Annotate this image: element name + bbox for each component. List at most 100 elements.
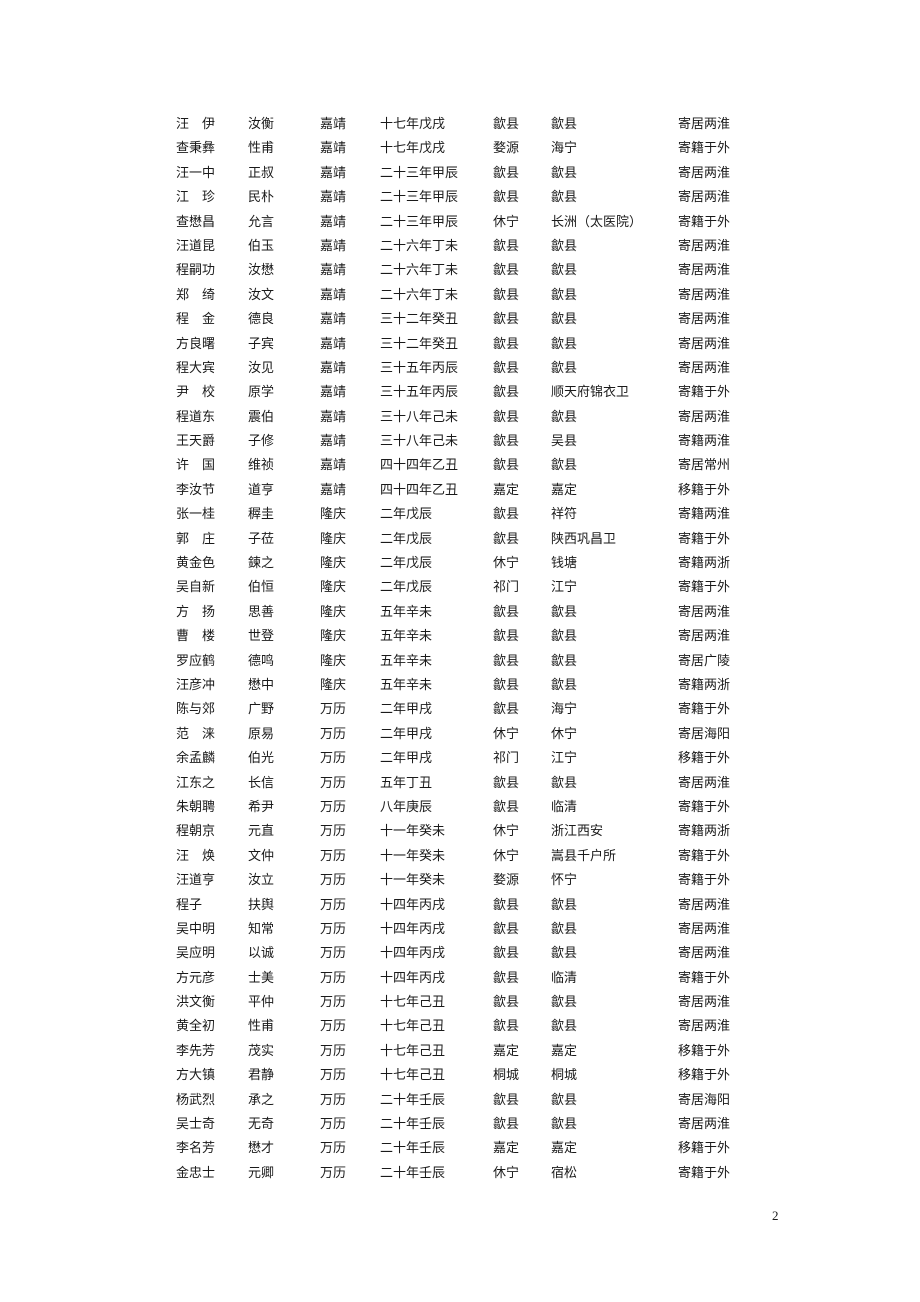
table-row: 方元彦 士美 万历 十四年丙戌 歙县 临清 寄籍于外 <box>176 967 746 991</box>
scholar-name: 李汝节 <box>176 482 216 498</box>
courtesy-name: 子宾 <box>248 336 275 352</box>
native-county: 歙县 <box>493 458 520 474</box>
scholar-name: 方大镇 <box>176 1068 216 1084</box>
native-county: 歙县 <box>493 531 520 547</box>
registered-location: 歙县 <box>551 117 578 132</box>
table-row: 查秉彝 性甫 嘉靖 十七年戊戌 婺源 海宁 寄籍于外 <box>176 137 746 161</box>
registered-location: 歙县 <box>551 190 578 206</box>
exam-year: 十四年丙戌 <box>380 970 446 986</box>
scholar-name: 郑 绮 <box>176 287 216 303</box>
table-row: 汪 伊 汝衡 嘉靖 十七年戊戌 歙县 歙县 寄居两淮 <box>176 113 746 137</box>
table-row: 程大宾 汝见 嘉靖 三十五年丙辰 歙县 歙县 寄居两淮 <box>176 357 746 381</box>
exam-year: 二十三年甲辰 <box>380 190 459 206</box>
table-row: 程 金 德良 嘉靖 三十二年癸丑 歙县 歙县 寄居两淮 <box>176 308 746 332</box>
scholar-name: 程嗣功 <box>176 263 216 279</box>
table-row: 汪一中 正叔 嘉靖 二十三年甲辰 歙县 歙县 寄居两淮 <box>176 162 746 186</box>
exam-year: 十一年癸未 <box>380 848 446 864</box>
residence-status: 寄居两淮 <box>678 117 731 132</box>
exam-year: 三十五年丙辰 <box>380 385 459 401</box>
table-row: 查懋昌 允言 嘉靖 二十三年甲辰 休宁 长洲（太医院） 寄籍于外 <box>176 211 746 235</box>
exam-year: 三十五年丙辰 <box>380 360 459 376</box>
native-county: 歙县 <box>493 336 520 352</box>
table-row: 朱朝聘 希尹 万历 八年庚辰 歙县 临清 寄籍于外 <box>176 796 746 820</box>
registered-location: 歙县 <box>551 604 578 620</box>
native-county: 祁门 <box>493 751 520 767</box>
courtesy-name: 文仲 <box>248 848 275 864</box>
registered-location: 祥符 <box>551 507 578 523</box>
exam-year: 五年辛未 <box>380 677 433 693</box>
native-county: 歙县 <box>493 434 520 450</box>
table-row: 李汝节 道亨 嘉靖 四十四年乙丑 嘉定 嘉定 移籍于外 <box>176 479 746 503</box>
table-row: 方大镇 君静 万历 十七年己丑 桐城 桐城 移籍于外 <box>176 1064 746 1088</box>
registered-location: 海宁 <box>551 702 578 718</box>
courtesy-name: 士美 <box>248 970 275 986</box>
courtesy-name: 知常 <box>248 921 275 937</box>
native-county: 歙县 <box>493 799 520 815</box>
table-row: 陈与郊 广野 万历 二年甲戌 歙县 海宁 寄籍于外 <box>176 698 746 722</box>
reign-era: 万历 <box>320 702 347 718</box>
table-row: 吴中明 知常 万历 十四年丙戌 歙县 歙县 寄居两淮 <box>176 918 746 942</box>
exam-year: 三十八年己未 <box>380 434 459 450</box>
scholar-name: 李先芳 <box>176 1043 216 1059</box>
exam-year: 二十六年丁未 <box>380 263 459 279</box>
scholar-name: 罗应鹤 <box>176 653 216 669</box>
residence-status: 寄居两淮 <box>678 1019 731 1035</box>
reign-era: 万历 <box>320 1141 347 1157</box>
native-county: 歙县 <box>493 360 520 376</box>
courtesy-name: 维祯 <box>248 458 275 474</box>
native-county: 歙县 <box>493 165 520 181</box>
exam-year: 三十二年癸丑 <box>380 312 459 328</box>
scholar-name: 李名芳 <box>176 1141 216 1157</box>
exam-year: 二年甲戌 <box>380 751 433 767</box>
native-county: 歙县 <box>493 702 520 718</box>
residence-status: 寄居两淮 <box>678 312 731 328</box>
scholar-name: 汪一中 <box>176 165 216 181</box>
registered-location: 嘉定 <box>551 482 578 498</box>
registered-location: 临清 <box>551 970 578 986</box>
registered-location: 钱塘 <box>551 556 578 572</box>
exam-year: 五年辛未 <box>380 653 433 669</box>
scholar-name: 查懋昌 <box>176 214 216 230</box>
residence-status: 寄居海阳 <box>678 726 731 742</box>
registered-location: 歙县 <box>551 897 578 913</box>
reign-era: 嘉靖 <box>320 287 347 303</box>
registered-location: 歙县 <box>551 409 578 425</box>
native-county: 祁门 <box>493 580 520 596</box>
scholar-name: 郭 庄 <box>176 531 216 547</box>
courtesy-name: 汝见 <box>248 360 275 376</box>
table-row: 金忠士 元卿 万历 二十年壬辰 休宁 宿松 寄籍于外 <box>176 1162 746 1186</box>
table-row: 吴应明 以诚 万历 十四年丙戌 歙县 歙县 寄居两淮 <box>176 942 746 966</box>
registered-location: 桐城 <box>551 1068 578 1084</box>
table-row: 张一桂 稺圭 隆庆 二年戊辰 歙县 祥符 寄籍两淮 <box>176 503 746 527</box>
table-row: 罗应鹤 德鸣 隆庆 五年辛未 歙县 歙县 寄居广陵 <box>176 650 746 674</box>
residence-status: 寄居常州 <box>678 458 731 474</box>
residence-status: 寄籍于外 <box>678 970 731 986</box>
scholar-name: 汪 伊 <box>176 117 216 132</box>
exam-year: 二十三年甲辰 <box>380 214 459 230</box>
scholar-name: 汪道亨 <box>176 873 216 889</box>
residence-status: 寄籍于外 <box>678 531 731 547</box>
reign-era: 万历 <box>320 1092 347 1108</box>
registered-location: 歙县 <box>551 336 578 352</box>
table-row: 吴自新 伯恒 隆庆 二年戊辰 祁门 江宁 寄籍于外 <box>176 576 746 600</box>
scholar-name: 吴士奇 <box>176 1117 216 1133</box>
native-county: 嘉定 <box>493 482 520 498</box>
courtesy-name: 希尹 <box>248 799 275 815</box>
exam-year: 二十年壬辰 <box>380 1165 446 1181</box>
native-county: 休宁 <box>493 214 520 230</box>
registered-location: 江宁 <box>551 580 578 596</box>
courtesy-name: 汝立 <box>248 873 275 889</box>
registered-location: 歙县 <box>551 360 578 376</box>
exam-year: 十四年丙戌 <box>380 946 446 962</box>
residence-status: 寄籍于外 <box>678 580 731 596</box>
reign-era: 万历 <box>320 946 347 962</box>
page-number: 2 <box>772 1208 779 1223</box>
native-county: 歙县 <box>493 117 520 132</box>
residence-status: 寄籍两淮 <box>678 434 731 450</box>
residence-status: 寄籍于外 <box>678 385 731 401</box>
courtesy-name: 伯光 <box>248 751 275 767</box>
native-county: 休宁 <box>493 556 520 572</box>
registered-location: 歙县 <box>551 677 578 693</box>
courtesy-name: 懋中 <box>248 677 275 693</box>
reign-era: 嘉靖 <box>320 238 347 254</box>
